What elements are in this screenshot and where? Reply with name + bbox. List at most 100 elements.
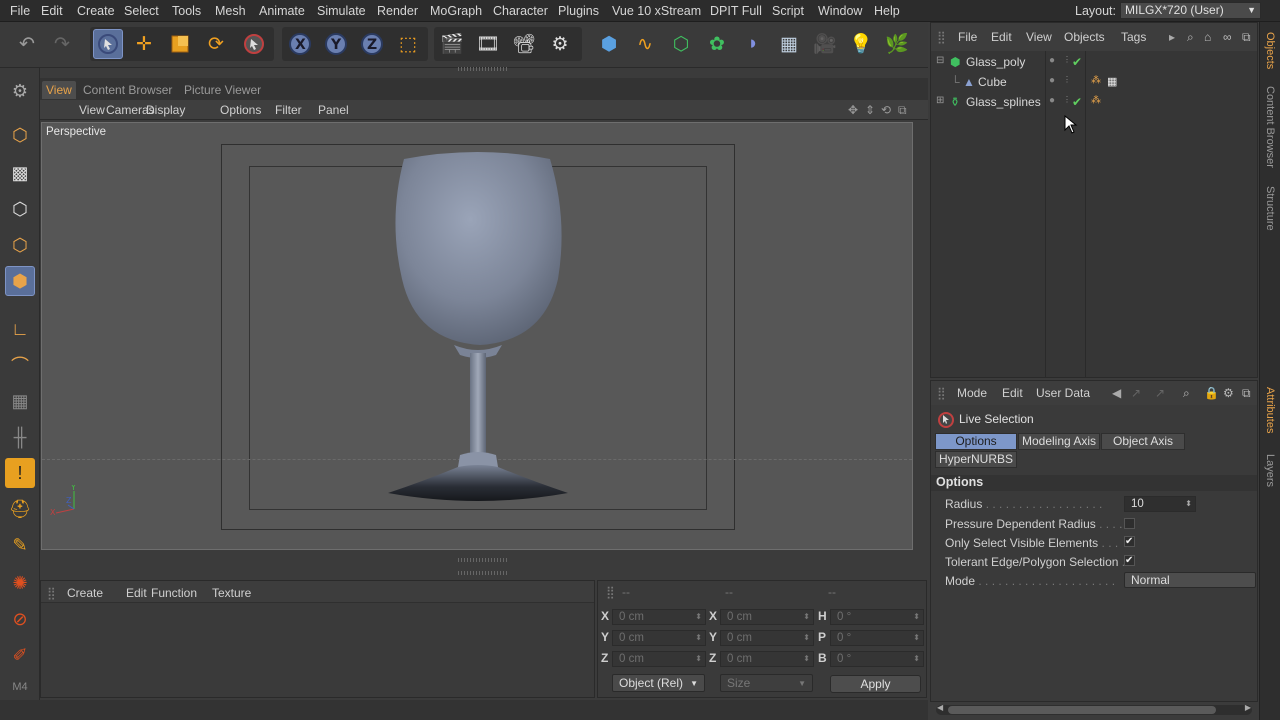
floor-icon[interactable]: ▦ xyxy=(774,29,804,59)
menu-edit[interactable]: Edit xyxy=(41,4,63,18)
spinner-icon[interactable]: ⬍ xyxy=(1185,497,1192,511)
objects-menu-file[interactable]: File xyxy=(958,30,977,44)
render-to-viewer-icon[interactable]: 📽 xyxy=(509,29,539,59)
tolerant-checkbox[interactable]: ✔ xyxy=(1124,555,1135,566)
material-menu-texture[interactable]: Texture xyxy=(212,586,251,600)
phong-tag-icon[interactable]: ⁂ xyxy=(1091,95,1101,106)
search-icon[interactable]: ⌕ xyxy=(1183,386,1190,401)
scrollbar-thumb[interactable] xyxy=(948,706,1216,714)
enabled-check-icon[interactable]: ✔ xyxy=(1072,55,1082,69)
render-region-icon[interactable]: 🎞 xyxy=(473,29,503,59)
make-editable-icon[interactable]: ⚙ xyxy=(5,76,35,106)
menu-window[interactable]: Window xyxy=(818,4,862,18)
side-tab-content-browser[interactable]: Content Browser xyxy=(1264,86,1276,168)
recent-tool-icon[interactable] xyxy=(239,29,269,59)
attributes-menu-mode[interactable]: Mode xyxy=(957,386,987,400)
camera-icon[interactable]: 🎥 xyxy=(810,29,840,59)
objects-menu-view[interactable]: View xyxy=(1026,30,1052,44)
maximize-view-icon[interactable]: ⧉ xyxy=(898,103,907,118)
spinner-icon[interactable]: ⬍ xyxy=(803,652,810,666)
menu-select[interactable]: Select xyxy=(124,4,159,18)
size-mode-select[interactable]: Size ▼ xyxy=(720,674,813,692)
render-dot-icon[interactable]: ⋮ xyxy=(1063,75,1071,84)
paint-icon[interactable]: ✎ xyxy=(5,530,35,560)
object-name[interactable]: Cube xyxy=(978,75,1007,89)
redo-icon[interactable]: ↷ xyxy=(47,29,77,59)
visibility-dot-icon[interactable]: ● xyxy=(1049,95,1055,106)
apply-button[interactable]: Apply xyxy=(830,675,921,693)
spinner-icon[interactable]: ⬍ xyxy=(803,631,810,645)
rotate-view-icon[interactable]: ⟲ xyxy=(881,103,891,117)
grid-icon[interactable]: ╫ xyxy=(5,422,35,452)
menu-script[interactable]: Script xyxy=(772,4,804,18)
menu-file[interactable]: File xyxy=(10,4,30,18)
texture-tag-icon[interactable]: ▦ xyxy=(1107,75,1117,88)
spinner-icon[interactable]: ⬍ xyxy=(695,631,702,645)
menu-simulate[interactable]: Simulate xyxy=(317,4,366,18)
chevron-right-icon[interactable]: ▸ xyxy=(1169,30,1175,44)
panel-grip-icon[interactable]: ⣿ xyxy=(937,386,946,400)
splitter-grip[interactable] xyxy=(458,558,508,562)
hair-icon[interactable]: ✺ xyxy=(5,568,35,598)
menu-mesh[interactable]: Mesh xyxy=(215,4,246,18)
menu-mograph[interactable]: MoGraph xyxy=(430,4,482,18)
wine-glass-model[interactable] xyxy=(362,149,592,511)
pos-z-field[interactable]: 0 cm ⬍ xyxy=(612,651,706,667)
tab-options[interactable]: Options xyxy=(935,433,1017,450)
object-name[interactable]: Glass_splines xyxy=(966,95,1041,109)
viewport-menu-panel[interactable]: Panel xyxy=(318,103,349,117)
rot-b-field[interactable]: 0 ° ⬍ xyxy=(830,651,924,667)
side-tab-attributes[interactable]: Attributes xyxy=(1264,387,1276,433)
panel-grip-icon[interactable]: ⣿ xyxy=(937,30,946,44)
menu-character[interactable]: Character xyxy=(493,4,548,18)
spinner-icon[interactable]: ⬍ xyxy=(695,610,702,624)
link-icon[interactable]: ∞ xyxy=(1223,30,1232,44)
object-row[interactable]: └ ▲ Cube ● ⋮ ⁂ ▦ xyxy=(931,72,1257,92)
workplane-icon[interactable]: ▦ xyxy=(5,386,35,416)
material-menu-create[interactable]: Create xyxy=(67,586,103,600)
nurbs-icon[interactable]: ⬡ xyxy=(666,29,696,59)
deformer-icon[interactable]: ◗ xyxy=(738,29,768,59)
sculpt-icon[interactable]: ⛑ xyxy=(5,494,35,524)
rotate-icon[interactable]: ⟳ xyxy=(201,29,231,59)
scroll-right-icon[interactable]: ▶ xyxy=(1245,703,1251,712)
new-window-icon[interactable]: ⧉ xyxy=(1242,30,1251,45)
live-selection-icon[interactable] xyxy=(93,29,123,59)
edges-mode-icon[interactable]: ⬡ xyxy=(5,230,35,260)
objects-menu-edit[interactable]: Edit xyxy=(991,30,1012,44)
pan-view-icon[interactable]: ✥ xyxy=(848,103,858,117)
tab-object-axis[interactable]: Object Axis xyxy=(1101,433,1185,450)
menu-tools[interactable]: Tools xyxy=(172,4,201,18)
render-dot-icon[interactable]: ⋮ xyxy=(1063,55,1071,64)
expand-icon[interactable]: ⊟ xyxy=(936,55,944,66)
size-y-field[interactable]: 0 cm ⬍ xyxy=(720,630,814,646)
attributes-menu-user-data[interactable]: User Data xyxy=(1036,386,1090,400)
menu-vue-xstream[interactable]: Vue 10 xStream xyxy=(612,4,701,18)
spinner-icon[interactable]: ⬍ xyxy=(695,652,702,666)
scale-icon[interactable] xyxy=(165,29,195,59)
environment-icon[interactable]: 🌿 xyxy=(882,29,912,59)
texture-mode-icon[interactable]: ▩ xyxy=(5,158,35,188)
viewport-menu-view[interactable]: View xyxy=(79,103,105,117)
object-name[interactable]: Glass_poly xyxy=(966,55,1025,69)
search-icon[interactable]: ⌕ xyxy=(1187,30,1194,45)
rot-h-field[interactable]: 0 ° ⬍ xyxy=(830,609,924,625)
expand-icon[interactable]: ⊞ xyxy=(936,95,944,106)
visibility-dot-icon[interactable]: ● xyxy=(1049,55,1055,66)
tab-view[interactable]: View xyxy=(42,81,76,99)
spinner-icon[interactable]: ⬍ xyxy=(913,610,920,624)
objects-menu-tags[interactable]: Tags xyxy=(1121,30,1146,44)
menu-dpit-full[interactable]: DPIT Full xyxy=(710,4,762,18)
side-tab-layers[interactable]: Layers xyxy=(1264,454,1276,487)
attributes-menu-edit[interactable]: Edit xyxy=(1002,386,1023,400)
coordinate-mode-select[interactable]: Object (Rel) ▼ xyxy=(612,674,705,692)
settings-icon[interactable]: ⚙ xyxy=(1223,386,1234,400)
undo-icon[interactable]: ↶ xyxy=(12,29,42,59)
spinner-icon[interactable]: ⬍ xyxy=(913,631,920,645)
material-menu-edit[interactable]: Edit xyxy=(126,586,147,600)
zoom-view-icon[interactable]: ⇕ xyxy=(865,103,875,117)
new-window-icon[interactable]: ⧉ xyxy=(1242,386,1251,401)
cube-primitive-icon[interactable]: ⬢ xyxy=(594,29,624,59)
viewport-3d[interactable]: Perspective YZ X xyxy=(41,122,913,550)
warning-icon[interactable]: ! xyxy=(5,458,35,488)
